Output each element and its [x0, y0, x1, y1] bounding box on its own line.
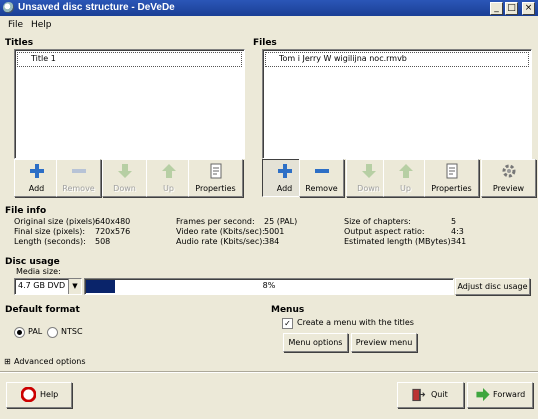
arrow-down-icon [117, 164, 132, 178]
ntsc-label: NTSC [61, 327, 83, 336]
pal-label: PAL [28, 327, 43, 336]
add-icon [277, 164, 292, 178]
files-heading: Files [253, 38, 277, 48]
window-title: Unsaved disc structure - DeVeDe [18, 2, 175, 13]
quit-button[interactable]: Quit [397, 382, 464, 408]
fps-label: Frames per second: [176, 217, 255, 226]
aspect-label: Output aspect ratio: [344, 227, 425, 236]
arrow-up-icon [161, 164, 176, 178]
chapters-label: Size of chapters: [344, 217, 411, 226]
length-label: Length (seconds): [14, 237, 86, 246]
add-icon [29, 164, 44, 178]
est-length-value: 341 [451, 237, 467, 246]
file-info-heading: File info [5, 206, 47, 216]
media-size-label: Media size: [16, 267, 61, 276]
title-bar: Unsaved disc structure - DeVeDe _ □ × [0, 0, 538, 16]
final-size-label: Final size (pixels): [14, 227, 86, 236]
create-menu-checkbox[interactable]: ✓ [282, 318, 293, 329]
media-size-select[interactable]: 4.7 GB DVD ▼ [14, 278, 82, 295]
disc-usage-percent: 8% [262, 281, 276, 290]
devede-app-icon [3, 2, 14, 13]
maximize-button[interactable]: □ [505, 2, 518, 15]
titles-list[interactable]: Title 1 [14, 49, 245, 159]
chevron-down-icon[interactable]: ▼ [68, 279, 81, 294]
titles-up-button[interactable]: Up [146, 159, 191, 197]
length-value: 508 [95, 237, 111, 246]
chapters-value: 5 [451, 217, 457, 226]
titles-heading: Titles [5, 38, 34, 48]
preview-menu-button[interactable]: Preview menu [351, 333, 417, 352]
arrow-up-icon [398, 164, 413, 178]
create-menu-label: Create a menu with the titles [297, 318, 414, 327]
adjust-disc-usage-button[interactable]: Adjust disc usage [455, 278, 530, 295]
help-icon [21, 387, 36, 402]
files-properties-button[interactable]: Properties [424, 159, 479, 197]
close-button[interactable]: × [522, 2, 535, 15]
titles-add-button[interactable]: Add [14, 159, 59, 197]
est-length-label: Estimated length (MBytes): [344, 237, 454, 246]
default-format-heading: Default format [5, 305, 80, 315]
final-size-value: 720x576 [95, 227, 131, 236]
original-size-label: Original size (pixels): [14, 217, 98, 226]
video-rate-value: 5001 [264, 227, 285, 236]
audio-rate-label: Audio rate (Kbits/sec): [176, 237, 266, 246]
remove-icon [314, 169, 329, 173]
menu-file[interactable]: File [8, 20, 23, 30]
forward-button[interactable]: Forward [467, 382, 533, 408]
aspect-value: 4:3 [451, 227, 464, 236]
fps-value: 25 (PAL) [264, 217, 298, 226]
original-size-value: 640x480 [95, 217, 131, 226]
expander-plus-icon[interactable]: ⊞ [4, 357, 11, 366]
disc-usage-heading: Disc usage [5, 257, 60, 267]
preview-gear-icon [502, 164, 515, 178]
menu-bar: File Help [0, 17, 538, 33]
titles-down-button[interactable]: Down [102, 159, 147, 197]
arrow-right-icon [476, 387, 490, 402]
list-item[interactable]: Title 1 [17, 52, 242, 67]
help-button[interactable]: Help [6, 382, 72, 408]
list-item[interactable]: Tom i Jerry W wigilijna noc.rmvb [265, 52, 529, 67]
ntsc-radio[interactable] [47, 327, 58, 338]
titles-properties-button[interactable]: Properties [188, 159, 243, 197]
menu-help[interactable]: Help [31, 20, 52, 30]
arrow-down-icon [361, 164, 376, 178]
footer-divider [0, 371, 538, 373]
files-up-button[interactable]: Up [383, 159, 428, 197]
quit-door-icon [412, 388, 426, 402]
properties-icon [446, 163, 457, 179]
menus-heading: Menus [271, 305, 305, 315]
disc-usage-progress: 8% [84, 278, 454, 295]
titles-remove-button[interactable]: Remove [56, 159, 101, 197]
files-list[interactable]: Tom i Jerry W wigilijna noc.rmvb [262, 49, 532, 159]
video-rate-label: Video rate (Kbits/sec): [176, 227, 265, 236]
minimize-button[interactable]: _ [490, 2, 503, 15]
files-remove-button[interactable]: Remove [299, 159, 344, 197]
files-preview-button[interactable]: Preview [481, 159, 536, 197]
pal-radio[interactable] [14, 327, 25, 338]
audio-rate-value: 384 [264, 237, 280, 246]
advanced-options-expander[interactable]: Advanced options [14, 357, 86, 366]
menu-options-button[interactable]: Menu options [283, 333, 348, 352]
remove-icon [71, 169, 86, 173]
properties-icon [210, 163, 221, 179]
